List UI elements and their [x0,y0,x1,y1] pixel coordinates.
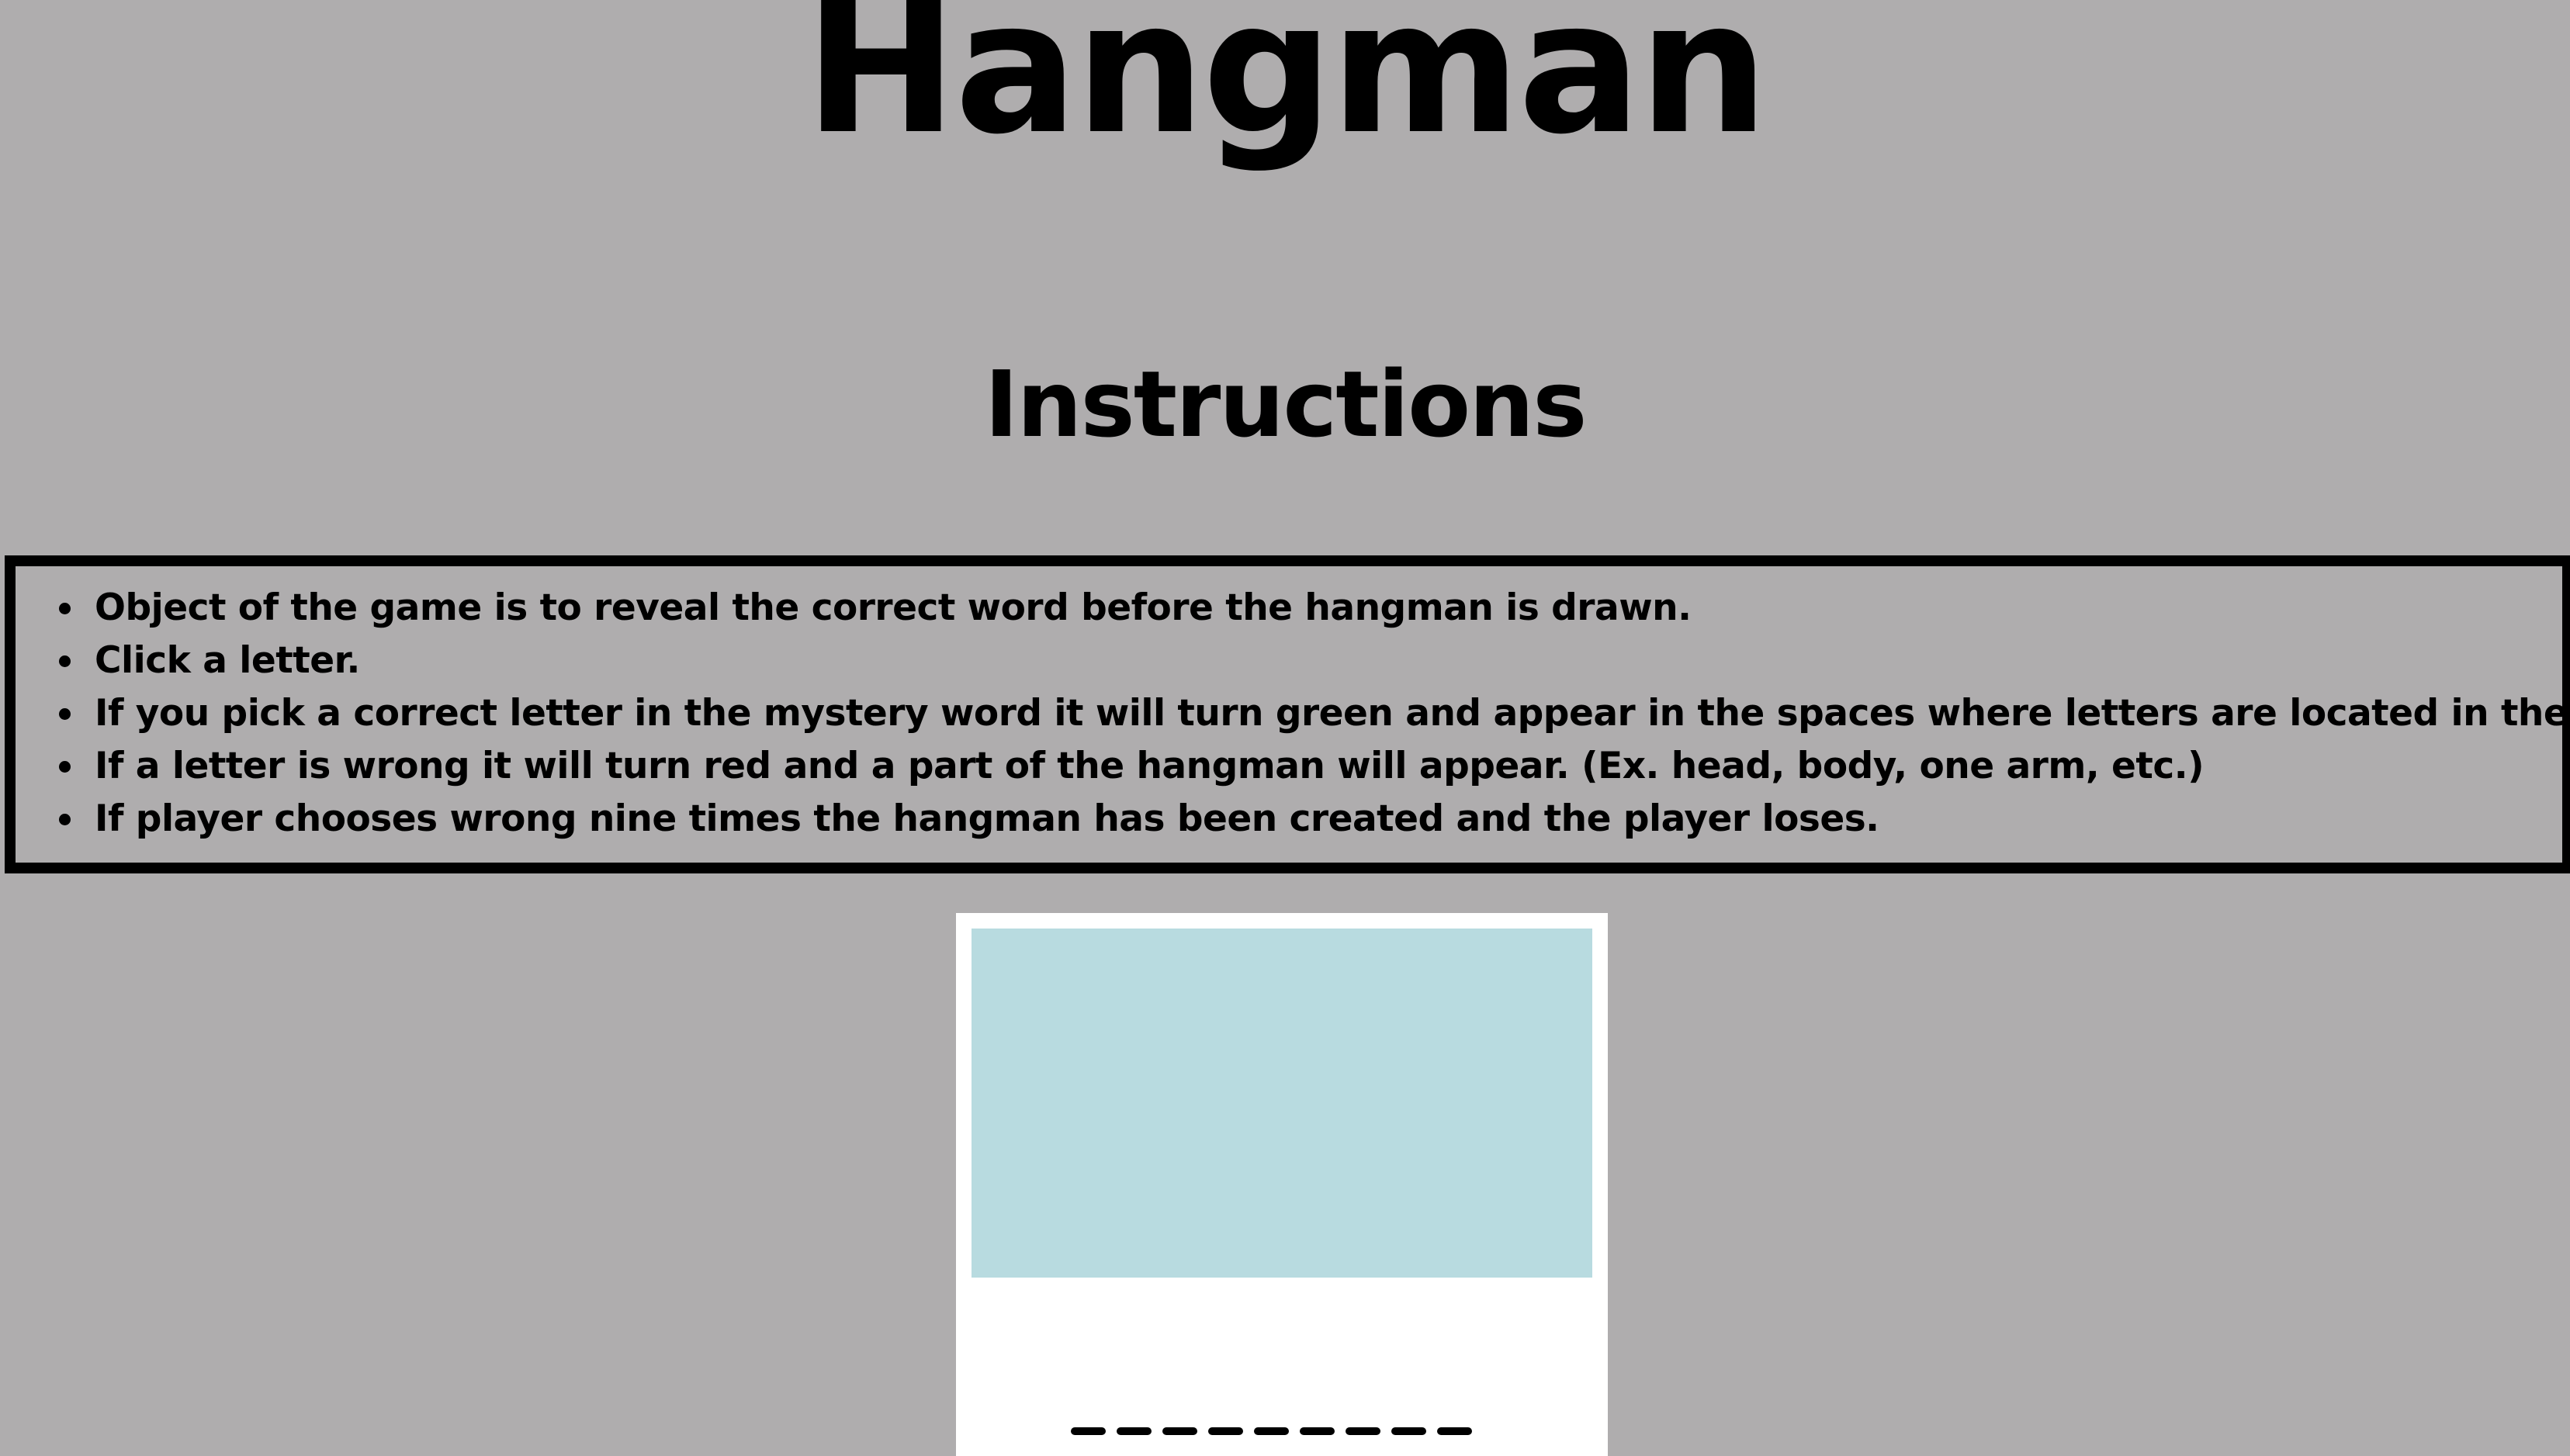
page-title: Hangman [804,0,1769,175]
instructions-list: Object of the game is to reveal the corr… [16,566,2570,846]
letter-blank [1162,1427,1197,1435]
letter-blank [1437,1427,1472,1435]
letter-blank [1208,1427,1243,1435]
instruction-text: If you pick a correct letter in the myst… [95,692,2570,735]
instruction-text: If a letter is wrong it will turn red an… [95,745,2205,787]
letter-blank [1071,1427,1106,1435]
mystery-word-blanks [1071,1427,1472,1435]
instruction-text: If player chooses wrong nine times the h… [95,797,1879,840]
instructions-box: Object of the game is to reveal the corr… [5,555,2570,873]
bullet-icon [59,761,71,773]
hangman-canvas [972,929,1592,1278]
instructions-heading: Instructions [984,351,1588,458]
game-panel [956,913,1608,1456]
instruction-item: Object of the game is to reveal the corr… [47,582,2562,635]
letter-blank [1391,1427,1426,1435]
bullet-icon [59,708,71,720]
instruction-item: If a letter is wrong it will turn red an… [47,740,2562,793]
letter-blank [1254,1427,1289,1435]
instruction-text: Object of the game is to reveal the corr… [95,586,1692,629]
bullet-icon [59,655,71,667]
letter-blank [1117,1427,1152,1435]
bullet-icon [59,603,71,614]
instruction-item: If you pick a correct letter in the myst… [47,687,2570,740]
bullet-icon [59,814,71,825]
instruction-text: Click a letter. [95,639,360,682]
letter-blank [1346,1427,1380,1435]
instruction-item: If player chooses wrong nine times the h… [47,793,2562,846]
letter-blank [1300,1427,1335,1435]
instruction-item: Click a letter. [47,635,2562,687]
